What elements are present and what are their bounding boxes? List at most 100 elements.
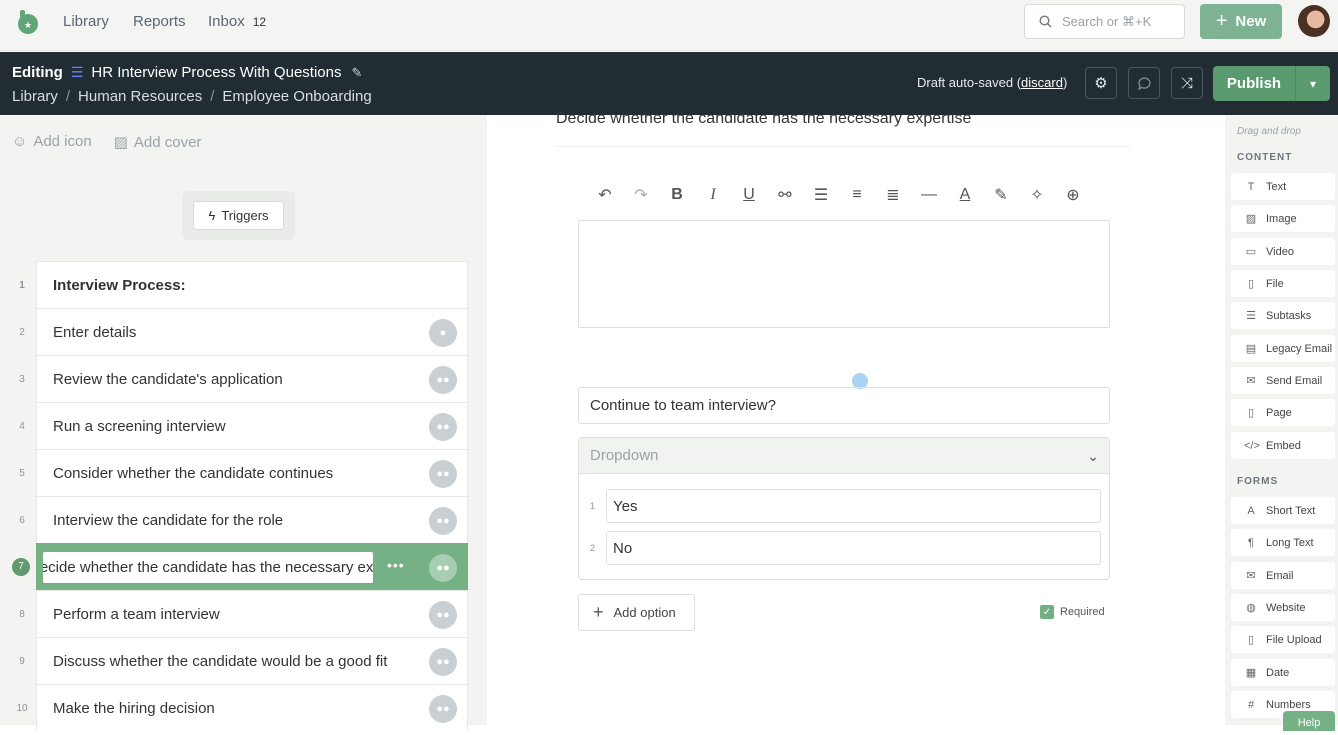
- assignee-user-icon[interactable]: ●: [429, 319, 457, 347]
- task-label: Discuss whether the candidate would be a…: [53, 652, 388, 670]
- nav-inbox[interactable]: Inbox 12: [208, 13, 266, 30]
- task-row[interactable]: 3 Review the candidate's application ●●: [19, 355, 468, 402]
- widget-image[interactable]: ▨ Image: [1231, 205, 1335, 232]
- add-cover-label: Add cover: [133, 134, 202, 151]
- question-input[interactable]: Continue to team interview?: [578, 387, 1110, 424]
- task-label: Make the hiring decision: [53, 699, 215, 717]
- page-icon: ▯: [1247, 407, 1255, 419]
- italic-icon[interactable]: I: [695, 186, 731, 204]
- add-icon-button[interactable]: ☺ Add icon: [12, 133, 92, 151]
- task-row[interactable]: 2 Enter details ●: [19, 308, 468, 355]
- logo-icon[interactable]: ★: [14, 8, 42, 36]
- option-input[interactable]: Yes: [606, 489, 1101, 523]
- widget-page[interactable]: ▯ Page: [1231, 399, 1335, 426]
- forms-section-header: FORMS: [1237, 476, 1279, 487]
- underline-icon[interactable]: U: [731, 186, 767, 204]
- task-name-input[interactable]: Decide whether the candidate has the nec…: [43, 552, 373, 583]
- help-button[interactable]: Help: [1283, 711, 1335, 731]
- widget-file-upload[interactable]: ▯ File Upload: [1231, 626, 1335, 653]
- search-input[interactable]: Search or ⌘+K: [1024, 4, 1185, 39]
- breadcrumb-employee-onboarding[interactable]: Employee Onboarding: [222, 88, 371, 105]
- widget-short-text[interactable]: A Short Text: [1231, 497, 1335, 524]
- text-color-icon[interactable]: A: [947, 186, 983, 204]
- edit-title-icon[interactable]: ✎: [351, 65, 362, 81]
- publish-options-button[interactable]: ▾: [1295, 66, 1330, 101]
- ai-assistant-icon[interactable]: ⊕: [1055, 185, 1091, 205]
- user-avatar[interactable]: [1298, 5, 1330, 37]
- magic-wand-icon[interactable]: ✧: [1019, 185, 1055, 205]
- align-icon[interactable]: ≣: [875, 185, 911, 205]
- task-label: Perform a team interview: [53, 605, 220, 623]
- widget-label: File Upload: [1266, 633, 1322, 646]
- widget-text[interactable]: T Text: [1231, 173, 1335, 200]
- dropdown-label: Dropdown: [590, 447, 659, 464]
- svg-text:★: ★: [24, 21, 32, 31]
- shuffle-button[interactable]: ⤨: [1171, 67, 1203, 99]
- dropdown-preview[interactable]: Dropdown ⌄: [579, 438, 1109, 474]
- widget-file[interactable]: ▯ File: [1231, 270, 1335, 297]
- nav-reports[interactable]: Reports: [133, 13, 186, 30]
- undo-icon[interactable]: ↶: [587, 185, 623, 205]
- widget-send-email[interactable]: ✉ Send Email: [1231, 367, 1335, 394]
- task-row-heading[interactable]: 1 Interview Process:: [19, 261, 468, 308]
- paragraph-icon: ¶: [1248, 536, 1254, 549]
- horizontal-rule-icon[interactable]: —: [911, 186, 947, 204]
- more-options-icon[interactable]: •••: [387, 557, 405, 573]
- widget-long-text[interactable]: ¶ Long Text: [1231, 529, 1335, 556]
- widget-legacy-email[interactable]: ▤ Legacy Email: [1231, 335, 1335, 362]
- widget-label: Numbers: [1266, 698, 1311, 711]
- bullet-list-icon[interactable]: ☰: [803, 185, 839, 205]
- breadcrumb-separator: /: [210, 88, 215, 105]
- widget-label: Date: [1266, 666, 1290, 679]
- widget-embed[interactable]: </> Embed: [1231, 432, 1335, 459]
- task-row[interactable]: 5 Consider whether the candidate continue…: [19, 449, 468, 496]
- task-number: 9: [19, 655, 25, 667]
- redo-icon[interactable]: ↷: [623, 185, 659, 205]
- breadcrumb-human-resources[interactable]: Human Resources: [78, 88, 202, 105]
- required-checkbox[interactable]: ✓ Required: [1040, 605, 1105, 619]
- divider: [556, 146, 1130, 147]
- task-row[interactable]: 8 Perform a team interview ●●: [19, 590, 468, 637]
- task-row[interactable]: 4 Run a screening interview ●●: [19, 402, 468, 449]
- assignee-group-icon[interactable]: ●●: [429, 554, 457, 582]
- widget-website[interactable]: ◍ Website: [1231, 594, 1335, 621]
- widget-label: Send Email: [1266, 374, 1323, 387]
- assignee-group-icon[interactable]: ●●: [429, 507, 457, 535]
- option-input[interactable]: No: [606, 531, 1101, 565]
- settings-button[interactable]: ⚙: [1085, 67, 1117, 99]
- assignee-group-icon[interactable]: ●●: [429, 460, 457, 488]
- assignee-group-icon[interactable]: ●●: [429, 366, 457, 394]
- task-row[interactable]: 6 Interview the candidate for the role ●●: [19, 496, 468, 543]
- bold-icon[interactable]: B: [659, 186, 695, 204]
- widget-label: File: [1266, 277, 1284, 290]
- workflow-title[interactable]: HR Interview Process With Questions: [91, 64, 341, 81]
- widget-date[interactable]: ▦ Date: [1231, 659, 1335, 686]
- add-option-button[interactable]: + Add option: [578, 594, 695, 631]
- link-icon[interactable]: ⚯: [767, 185, 803, 205]
- rich-text-editor[interactable]: [578, 220, 1110, 328]
- triggers-button[interactable]: ϟ Triggers: [193, 201, 284, 230]
- task-row-selected[interactable]: 7 Decide whether the candidate has the ne…: [12, 543, 468, 590]
- publish-button[interactable]: Publish: [1213, 66, 1295, 101]
- assignee-group-icon[interactable]: ●●: [429, 648, 457, 676]
- widget-email[interactable]: ✉ Email: [1231, 562, 1335, 589]
- assignee-group-icon[interactable]: ●●: [429, 695, 457, 723]
- task-row[interactable]: 10 Make the hiring decision ●●: [16, 684, 468, 731]
- discard-link[interactable]: discard: [1021, 75, 1063, 90]
- new-button-label: New: [1235, 13, 1267, 30]
- file-icon: ▯: [1247, 278, 1255, 290]
- add-cover-button[interactable]: ▨ Add cover: [114, 133, 202, 151]
- widget-video[interactable]: ▭ Video: [1231, 238, 1335, 265]
- widget-subtasks[interactable]: ☰ Subtasks: [1231, 302, 1335, 329]
- new-button[interactable]: + New: [1200, 4, 1282, 39]
- breadcrumb-library[interactable]: Library: [12, 88, 58, 105]
- numbered-list-icon[interactable]: ≡: [839, 186, 875, 204]
- comments-button[interactable]: [1128, 67, 1160, 99]
- gear-icon: ⚙: [1094, 75, 1108, 92]
- assignee-group-icon[interactable]: ●●: [429, 413, 457, 441]
- task-row[interactable]: 9 Discuss whether the candidate would be …: [19, 637, 468, 684]
- nav-library[interactable]: Library: [63, 13, 109, 30]
- assignee-group-icon[interactable]: ●●: [429, 601, 457, 629]
- required-label: Required: [1060, 606, 1105, 618]
- highlight-icon[interactable]: ✎: [983, 185, 1019, 205]
